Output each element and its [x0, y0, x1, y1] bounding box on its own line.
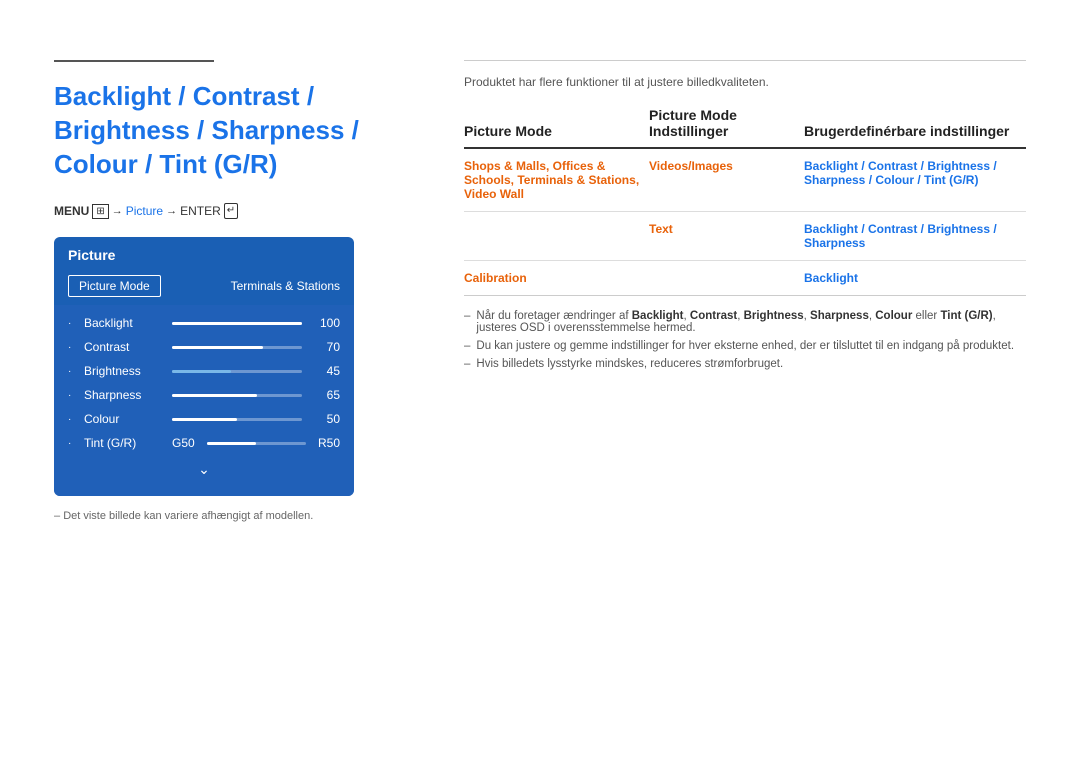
chevron-down-icon: ⌄ — [198, 461, 210, 478]
backlight-label: Backlight — [84, 316, 164, 330]
row3-user: Backlight — [804, 261, 1026, 296]
tint-g-label: G50 — [172, 436, 195, 450]
tint-row[interactable]: · Tint (G/R) G50 R50 — [54, 431, 354, 455]
brightness-fill — [172, 370, 231, 373]
brightness-value: 45 — [310, 364, 340, 378]
tint-dot: · — [68, 438, 76, 449]
colour-label: Colour — [84, 412, 164, 426]
colour-dot: · — [68, 414, 76, 425]
top-rule-left — [54, 60, 214, 62]
contrast-dot: · — [68, 342, 76, 353]
row3-settings — [649, 261, 804, 296]
note-2-dash: – — [464, 340, 470, 352]
tint-slider-fill — [207, 442, 257, 445]
row2-user: Backlight / Contrast / Brightness / Shar… — [804, 212, 1026, 261]
settings-list: · Backlight 100 · Contrast 70 — [54, 305, 354, 496]
picture-ui-box: Picture Picture Mode Terminals & Station… — [54, 237, 354, 496]
contrast-fill — [172, 346, 263, 349]
contrast-slider[interactable] — [172, 346, 302, 349]
tint-label: Tint (G/R) — [84, 436, 164, 450]
col-header-indstillinger: Picture Mode Indstillinger — [649, 107, 804, 148]
notes-section: – Når du foretager ændringer af Backligh… — [464, 310, 1026, 370]
sharpness-dot: · — [68, 390, 76, 401]
row2-settings: Text — [649, 212, 804, 261]
colour-fill — [172, 418, 237, 421]
menu-icon: ⊞ — [92, 204, 108, 219]
row3-user-text: Backlight — [804, 271, 858, 285]
bottom-note-dash: – — [54, 510, 63, 522]
sharpness-fill — [172, 394, 257, 397]
row3-mode-text: Calibration — [464, 271, 527, 285]
col-header-brugerdefinerable: Brugerdefinérbare indstillinger — [804, 107, 1026, 148]
info-table: Picture Mode Picture Mode Indstillinger … — [464, 107, 1026, 296]
colour-row[interactable]: · Colour 50 — [54, 407, 354, 431]
tint-slider[interactable] — [207, 442, 306, 445]
backlight-slider[interactable] — [172, 322, 302, 325]
note-2-text: Du kan justere og gemme indstillinger fo… — [476, 340, 1014, 352]
picture-box-title: Picture — [54, 237, 354, 271]
arrow-2: → — [166, 205, 177, 217]
note-1-text: Når du foretager ændringer af Backlight,… — [476, 310, 1026, 334]
note-1-dash: – — [464, 310, 470, 334]
table-row-2: Text Backlight / Contrast / Brightness /… — [464, 212, 1026, 261]
contrast-value: 70 — [310, 340, 340, 354]
left-column: Backlight / Contrast / Brightness / Shar… — [54, 60, 424, 522]
col-header-picture-mode: Picture Mode — [464, 107, 649, 148]
menu-label: MENU — [54, 204, 89, 218]
brightness-dot: · — [68, 366, 76, 377]
note-1: – Når du foretager ændringer af Backligh… — [464, 310, 1026, 334]
row1-settings-text: Videos/Images — [649, 159, 733, 173]
brightness-row[interactable]: · Brightness 45 — [54, 359, 354, 383]
table-row-1: Shops & Malls, Offices & Schools, Termin… — [464, 148, 1026, 212]
backlight-value: 100 — [310, 316, 340, 330]
picture-nav-link[interactable]: Picture — [126, 204, 163, 218]
row1-user-text: Backlight / Contrast / Brightness / Shar… — [804, 159, 997, 187]
brightness-label: Brightness — [84, 364, 164, 378]
row1-mode: Shops & Malls, Offices & Schools, Termin… — [464, 148, 649, 212]
right-column: Produktet har flere funktioner til at ju… — [464, 60, 1026, 522]
note-2: – Du kan justere og gemme indstillinger … — [464, 340, 1026, 352]
sharpness-value: 65 — [310, 388, 340, 402]
note-3-text: Hvis billedets lysstyrke mindskes, reduc… — [476, 358, 783, 370]
backlight-row[interactable]: · Backlight 100 — [54, 311, 354, 335]
row1-settings: Videos/Images — [649, 148, 804, 212]
bottom-note: – Det viste billede kan variere afhængig… — [54, 510, 424, 522]
menu-navigation: MENU ⊞ → Picture → ENTER ↵ — [54, 203, 424, 219]
top-rule-right — [464, 60, 1026, 61]
picture-mode-value: Terminals & Stations — [231, 279, 340, 293]
bottom-note-text: Det viste billede kan variere afhængigt … — [63, 510, 313, 522]
backlight-dot: · — [68, 318, 76, 329]
backlight-fill — [172, 322, 302, 325]
sharpness-label: Sharpness — [84, 388, 164, 402]
row2-settings-text: Text — [649, 222, 673, 236]
enter-label: ENTER — [180, 204, 221, 218]
row1-mode-text: Shops & Malls, Offices & Schools, Termin… — [464, 159, 639, 201]
table-row-3: Calibration Backlight — [464, 261, 1026, 296]
colour-slider[interactable] — [172, 418, 302, 421]
picture-mode-label: Picture Mode — [68, 275, 161, 297]
tint-r-label: R50 — [318, 436, 340, 450]
contrast-label: Contrast — [84, 340, 164, 354]
note-3: – Hvis billedets lysstyrke mindskes, red… — [464, 358, 1026, 370]
row2-user-text: Backlight / Contrast / Brightness / Shar… — [804, 222, 997, 250]
row2-mode — [464, 212, 649, 261]
chevron-row: ⌄ — [54, 455, 354, 486]
arrow-1: → — [112, 205, 123, 217]
enter-icon: ↵ — [224, 203, 238, 219]
row3-mode: Calibration — [464, 261, 649, 296]
colour-value: 50 — [310, 412, 340, 426]
note-3-dash: – — [464, 358, 470, 370]
picture-mode-row[interactable]: Picture Mode Terminals & Stations — [54, 271, 354, 305]
intro-text: Produktet har flere funktioner til at ju… — [464, 75, 1026, 89]
sharpness-slider[interactable] — [172, 394, 302, 397]
sharpness-row[interactable]: · Sharpness 65 — [54, 383, 354, 407]
brightness-slider[interactable] — [172, 370, 302, 373]
contrast-row[interactable]: · Contrast 70 — [54, 335, 354, 359]
page-title: Backlight / Contrast / Brightness / Shar… — [54, 80, 424, 181]
row1-user: Backlight / Contrast / Brightness / Shar… — [804, 148, 1026, 212]
